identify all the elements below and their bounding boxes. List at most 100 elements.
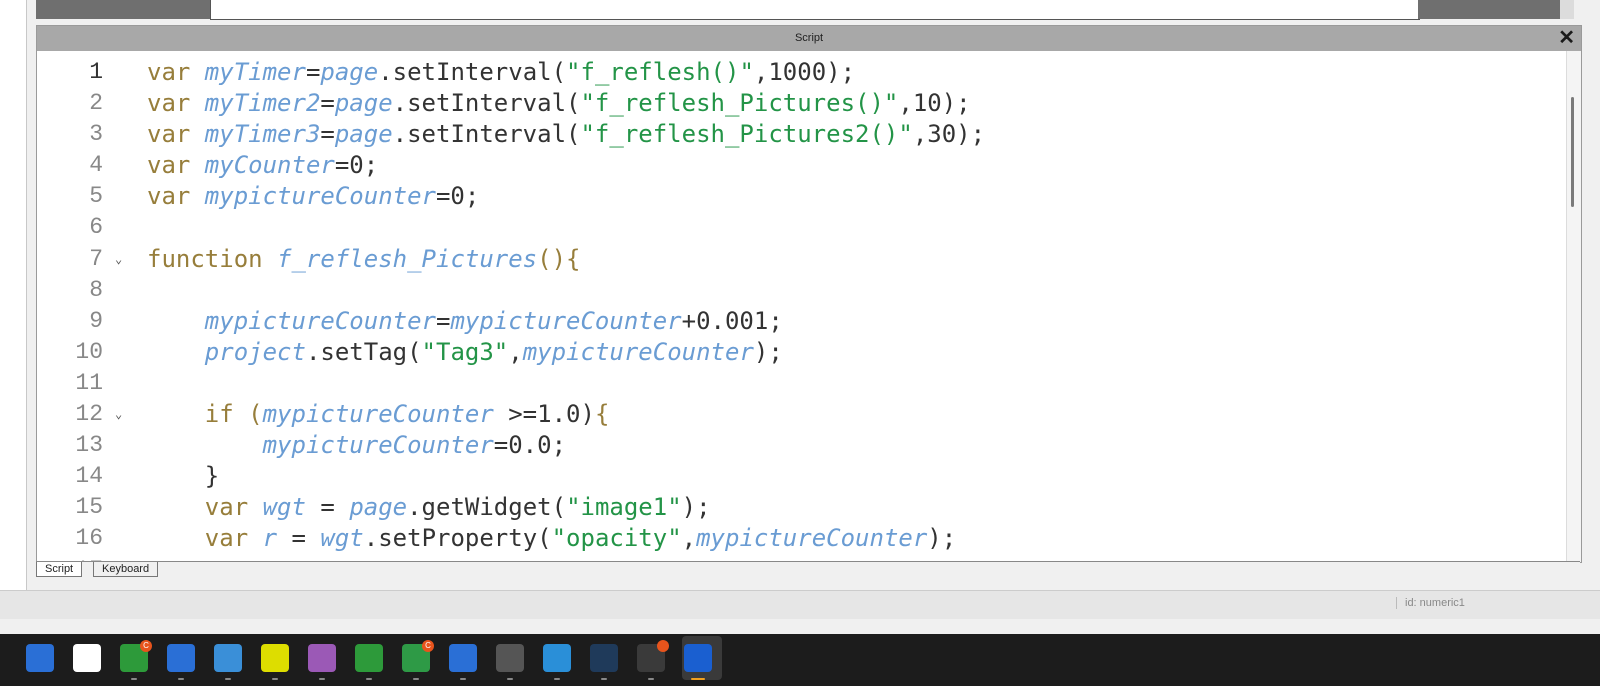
code-token: =: [277, 524, 321, 553]
code-line[interactable]: 1 var myTimer=page.setInterval("f_reflesh…: [37, 57, 1567, 88]
code-text: function f_reflesh_Pictures(){: [147, 244, 581, 275]
code-text: var myTimer2=page.setInterval("f_reflesh…: [147, 88, 971, 119]
code-token: ,30);: [912, 120, 986, 149]
code-editor[interactable]: 1 var myTimer=page.setInterval("f_reflesh…: [37, 51, 1567, 562]
code-token: page: [334, 120, 393, 149]
refresh-app-icon[interactable]: [543, 644, 571, 672]
code-token: page: [334, 89, 393, 118]
taskbar-running-indicator: [691, 678, 705, 680]
code-line[interactable]: 7 ⌄ function f_reflesh_Pictures(){: [37, 244, 1567, 275]
fold-chevron-icon[interactable]: ⌄: [115, 244, 122, 275]
j-app-icon[interactable]: [684, 644, 712, 672]
code-line[interactable]: 11: [37, 368, 1567, 399]
code-token: r: [262, 524, 278, 553]
code-token: mypictureCounter: [262, 400, 509, 429]
upper-panel-scrollbar[interactable]: [1560, 0, 1574, 19]
powershell-icon[interactable]: [449, 644, 477, 672]
code-token: .setInterval(: [392, 120, 581, 149]
code-text: var myCounter=0;: [147, 150, 378, 181]
code-token: =: [320, 120, 335, 149]
taskbar-running-indicator: [601, 678, 607, 680]
film-icon[interactable]: [261, 644, 289, 672]
code-text: var myTimer3=page.setInterval("f_reflesh…: [147, 119, 985, 150]
code-token: wgt: [320, 524, 364, 553]
line-number: 4: [89, 152, 103, 179]
notification-badge: C: [140, 640, 152, 652]
tab-script[interactable]: Script: [36, 562, 83, 577]
code-text: var wgt = page.getWidget("image1");: [147, 492, 711, 523]
code-token: .getWidget(: [407, 493, 567, 522]
code-text: var myTimer=page.setInterval("f_reflesh(…: [147, 57, 855, 88]
taskbar-running-indicator: [554, 678, 560, 680]
code-token: .setInterval(: [392, 89, 581, 118]
code-token: =0.0;: [493, 431, 567, 460]
code-token: =: [305, 58, 321, 86]
code-line[interactable]: 15 var wgt = page.getWidget("image1");: [37, 492, 1567, 523]
terminal-icon[interactable]: [496, 644, 524, 672]
close-icon[interactable]: ✕: [1558, 27, 1575, 49]
code-line[interactable]: 4 var myCounter=0;: [37, 150, 1567, 181]
taskbar-running-indicator: [225, 678, 231, 680]
script-panel-titlebar[interactable]: Script ✕: [37, 26, 1581, 51]
code-token: "f_reflesh_Pictures2()": [580, 120, 913, 149]
code-line[interactable]: 12 ⌄ if (mypictureCounter >=1.0){: [37, 399, 1567, 430]
notification-badge: [657, 640, 669, 652]
voice-icon[interactable]: [308, 644, 336, 672]
code-token: myTimer: [204, 58, 306, 86]
code-line[interactable]: 13 mypictureCounter=0.0;: [37, 430, 1567, 461]
code-line[interactable]: 8: [37, 275, 1567, 306]
code-token: =0;: [435, 182, 480, 211]
code-token: mypictureCounter: [696, 524, 928, 553]
code-token: .setTag(: [305, 337, 422, 366]
code-text: var mypictureCounter=0;: [147, 181, 479, 212]
code-line[interactable]: 6: [37, 212, 1567, 243]
editor-vertical-scrollbar[interactable]: [1566, 51, 1581, 562]
tab-keyboard[interactable]: Keyboard: [93, 562, 159, 577]
code-token: if (: [204, 400, 263, 429]
hexagon-app-icon[interactable]: [590, 644, 618, 672]
upper-panel-canvas[interactable]: [210, 0, 1420, 20]
code-line[interactable]: 3 var myTimer3=page.setInterval("f_refles…: [37, 119, 1567, 150]
edge-icon[interactable]: [26, 644, 54, 672]
scrollbar-thumb[interactable]: [1571, 97, 1574, 207]
code-line[interactable]: 16 var r = wgt.setProperty("opacity",myp…: [37, 523, 1567, 554]
line-number: 14: [75, 463, 103, 490]
photos-icon[interactable]: [214, 644, 242, 672]
left-panel-strip: [0, 0, 27, 590]
line-number: 3: [89, 121, 103, 148]
code-token: var: [147, 58, 205, 86]
bottom-tabs: Script Keyboard: [36, 561, 1580, 578]
code-token: project: [204, 337, 306, 366]
code-line[interactable]: 2 var myTimer2=page.setInterval("f_refles…: [37, 88, 1567, 119]
fold-chevron-icon[interactable]: ⌄: [115, 399, 122, 430]
code-token: "image1": [566, 493, 682, 522]
code-token: );: [753, 337, 783, 366]
taskbar-running-indicator: [366, 678, 372, 680]
line-number: 8: [89, 276, 103, 303]
script-panel: Script ✕ 1 var myTimer=page.setInterval("…: [36, 25, 1582, 563]
code-line[interactable]: 9 mypictureCounter=mypictureCounter+0.00…: [37, 306, 1567, 337]
line-number: 16: [75, 525, 103, 552]
upper-panel-gray-right: [1418, 0, 1560, 19]
line-number: 10: [75, 338, 103, 365]
code-token: wgt: [262, 493, 306, 522]
citrix-workspace-icon[interactable]: [73, 644, 101, 672]
code-token: );: [681, 493, 711, 522]
code-token: ,: [681, 524, 697, 553]
code-line[interactable]: 10 project.setTag("Tag3",mypictureCounte…: [37, 337, 1567, 368]
xbox-icon[interactable]: [355, 644, 383, 672]
code-token: =: [435, 306, 451, 335]
code-line[interactable]: 5 var mypictureCounter=0;: [37, 181, 1567, 212]
code-line[interactable]: 14 }: [37, 461, 1567, 492]
code-token: =0;: [334, 151, 379, 180]
code-token: "Tag3": [421, 337, 509, 366]
code-lines[interactable]: 1 var myTimer=page.setInterval("f_reflesh…: [37, 57, 1567, 562]
code-text: var r = wgt.setProperty("opacity",mypict…: [147, 523, 956, 554]
code-token: var: [204, 524, 263, 553]
code-token: ,10);: [898, 89, 971, 118]
calendar-icon[interactable]: [167, 644, 195, 672]
code-token: mypictureCounter: [204, 182, 436, 211]
